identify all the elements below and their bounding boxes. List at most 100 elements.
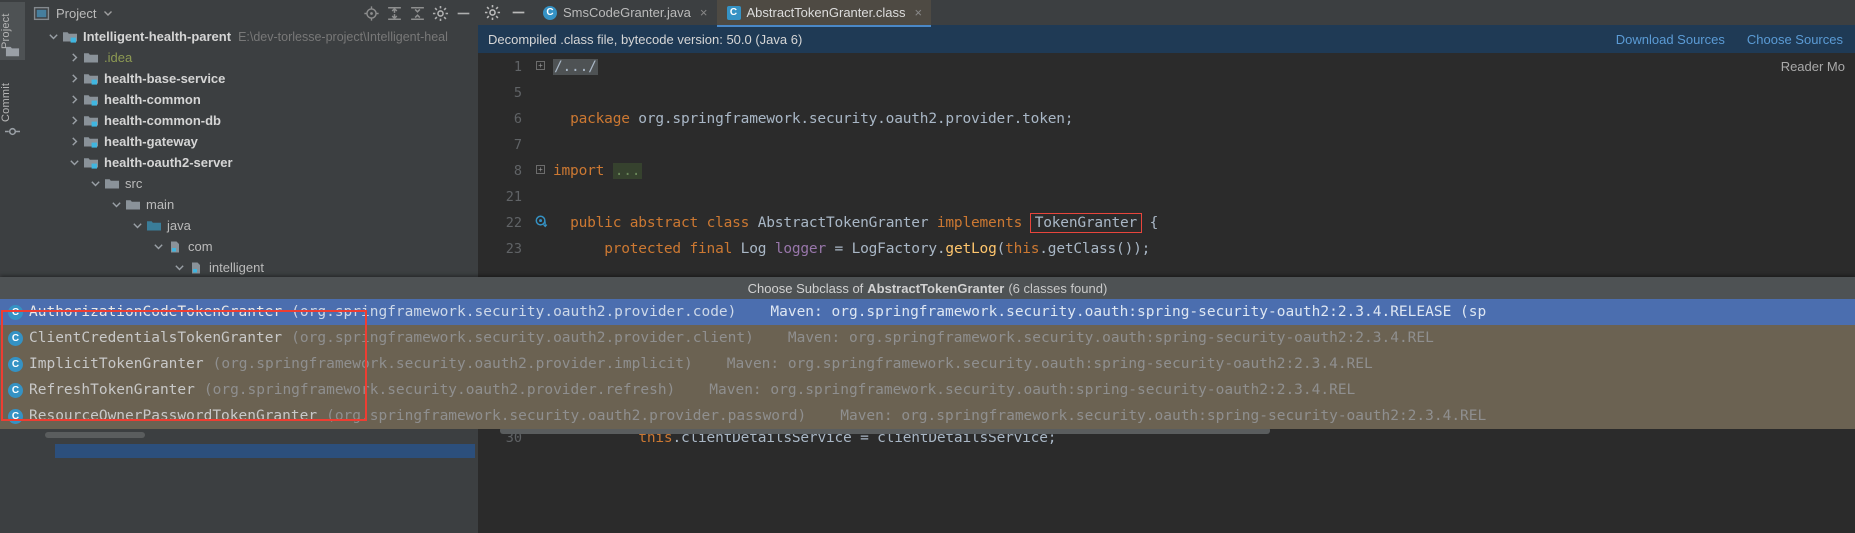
code-line: 7 [478,132,1855,158]
code-text: /.../ [553,59,598,75]
fold-gutter[interactable]: + [531,54,553,80]
code-line: 22 public abstract class AbstractTokenGr… [478,210,1855,236]
close-icon[interactable]: × [914,5,922,20]
decompiled-notification-message: Decompiled .class file, bytecode version… [488,31,803,47]
chevron-down-icon[interactable] [110,198,123,211]
project-horizontal-scrollbar[interactable] [5,430,473,439]
subclass-list-item[interactable]: C ImplicitTokenGranter (org.springframewor… [0,351,1855,377]
tree-row[interactable]: health-oauth2-server [25,152,478,173]
editor-toolbar-controls [478,0,533,25]
tree-row[interactable]: java [25,215,478,236]
code-line: 6 package org.springframework.security.o… [478,106,1855,132]
chevron-down-icon[interactable] [131,219,144,232]
chevron-right-icon[interactable] [68,135,81,148]
code-editor-bottom[interactable]: 30 this.clientDetailsService = clientDet… [478,425,1855,533]
fold-gutter[interactable] [531,106,553,132]
class-icon: C [8,382,23,398]
chevron-right-icon[interactable] [68,114,81,127]
module-folder-icon [84,136,98,148]
line-number: 21 [505,189,522,205]
subclass-name: RefreshTokenGranter [29,382,195,398]
subclass-name: AuthorizationCodeTokenGranter [29,304,283,320]
subclass-package: (org.springframework.security.oauth2.pro… [291,330,754,346]
select-opened-file-icon[interactable] [363,5,380,22]
hide-icon[interactable] [455,5,472,22]
popup-title-prefix: Choose Subclass of [747,280,864,296]
close-icon[interactable]: × [700,5,708,20]
fold-gutter[interactable] [531,210,553,236]
line-number: 23 [505,241,522,257]
scrollbar-thumb[interactable] [45,432,145,438]
implemented-method-marker-icon[interactable] [535,215,548,228]
expand-all-icon[interactable] [386,5,403,22]
subclass-list-item[interactable]: C ClientCredentialsTokenGranter (org.sprin… [0,325,1855,351]
module-folder-icon [84,157,98,169]
chevron-down-icon[interactable] [173,261,186,274]
code-editor[interactable]: Reader Mo 1 +/.../5 6 package org.springfr… [478,54,1855,264]
package-icon [192,262,200,273]
package-icon [171,241,179,252]
selected-tree-row-strip [55,444,475,458]
settings-gear-icon[interactable] [484,4,501,21]
editor-tab[interactable]: C SmsCodeGranter.java × [533,0,717,25]
tree-row-label: health-oauth2-server [104,155,233,170]
choose-sources-link[interactable]: Choose Sources [1747,32,1843,47]
tree-row[interactable]: health-gateway [25,131,478,152]
tree-row[interactable]: Intelligent-health-parent E:\dev-torlesse… [25,26,478,47]
subclass-name: ImplicitTokenGranter [29,356,204,372]
project-panel-title: Project [56,5,97,21]
code-lines: 1 + /.../ 5 6 package org.springframework.se… [478,54,1855,262]
settings-gear-icon[interactable] [432,5,449,22]
subclass-list-item[interactable]: C ResourceOwnerPasswordTokenGranter (org.s… [0,403,1855,429]
java-class-icon: C [543,5,557,20]
minimize-icon[interactable] [510,4,527,21]
tree-row[interactable]: src [25,173,478,194]
class-icon: C [8,408,23,424]
fold-expand-icon[interactable]: + [536,165,545,174]
line-number: 6 [513,111,522,127]
chevron-down-icon[interactable] [102,7,114,19]
fold-expand-icon[interactable]: + [536,61,545,70]
project-panel-header: Project [25,0,478,26]
choose-subclass-list[interactable]: C AuthorizationCodeTokenGranter (org.sprin… [0,299,1855,429]
editor-tab[interactable]: C AbstractTokenGranter.class × [716,0,932,27]
chevron-down-icon[interactable] [68,156,81,169]
tree-row[interactable]: intelligent [25,257,478,278]
fold-gutter[interactable]: + [531,158,553,184]
tree-row[interactable]: .idea [25,47,478,68]
fold-gutter[interactable] [531,80,553,106]
subclass-package: (org.springframework.security.oauth2.pro… [203,382,676,398]
folder-icon [105,178,119,188]
decompiled-notification-bar: Decompiled .class file, bytecode version… [478,25,1855,54]
fold-gutter[interactable] [531,132,553,158]
editor-tab-bar: C SmsCodeGranter.java × C AbstractTokenGrant… [478,0,1855,27]
line-number: 5 [513,85,522,101]
tool-window-tab-commit[interactable]: Commit [0,72,25,132]
subclass-list-item[interactable]: C AuthorizationCodeTokenGranter (org.sprin… [0,299,1855,325]
tree-row-label: intelligent [209,260,264,275]
chevron-down-icon[interactable] [152,240,165,253]
tree-row-label: health-common-db [104,113,221,128]
code-line: 23 protected final Log logger = LogFacto… [478,236,1855,262]
tree-row[interactable]: health-common [25,89,478,110]
tree-row[interactable]: health-base-service [25,68,478,89]
tree-row[interactable]: main [25,194,478,215]
chevron-right-icon[interactable] [68,93,81,106]
chevron-down-icon[interactable] [47,30,60,43]
tree-row-path: E:\dev-torlesse-project\Intelligent-heal [238,29,448,44]
subclass-list-item[interactable]: C RefreshTokenGranter (org.springframework… [0,377,1855,403]
fold-gutter[interactable] [531,236,553,262]
download-sources-link[interactable]: Download Sources [1616,32,1725,47]
subclass-maven-coordinate: Maven: org.springframework.security.oaut… [770,304,1487,320]
subclass-maven-coordinate: Maven: org.springframework.security.oaut… [726,356,1373,372]
collapse-all-icon[interactable] [409,5,426,22]
chevron-right-icon[interactable] [68,72,81,85]
tree-row[interactable]: health-common-db [25,110,478,131]
chevron-right-icon[interactable] [68,51,81,64]
chevron-down-icon[interactable] [89,177,102,190]
code-line: 5 [478,80,1855,106]
tree-row[interactable]: com [25,236,478,257]
project-file-tree[interactable]: Intelligent-health-parent E:\dev-torlesse… [25,26,478,278]
fold-gutter[interactable] [531,184,553,210]
source-folder-icon [147,220,161,230]
